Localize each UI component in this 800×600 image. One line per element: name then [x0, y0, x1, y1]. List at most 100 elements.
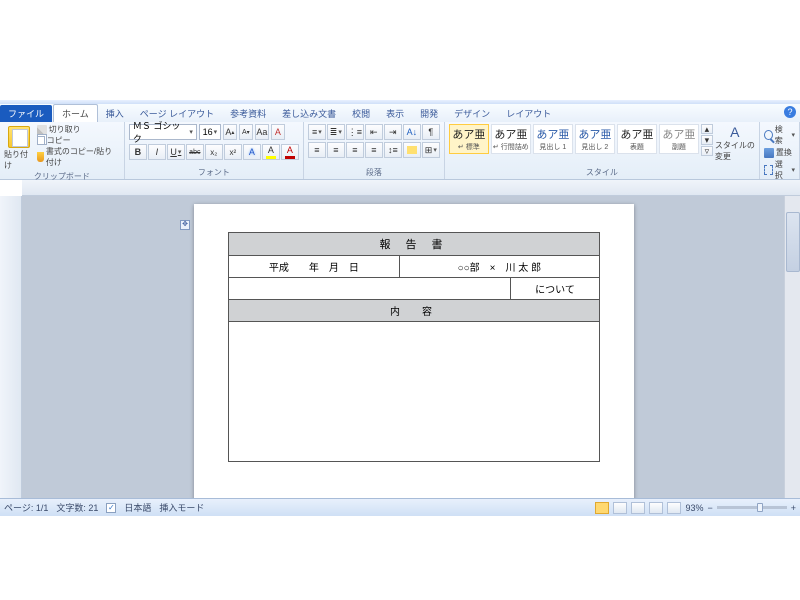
style-normal[interactable]: あア亜↵ 標準 — [449, 124, 489, 154]
help-icon[interactable]: ? — [784, 106, 796, 118]
status-language[interactable]: 日本語 — [124, 501, 151, 514]
report-subject-cell[interactable] — [229, 278, 511, 300]
vertical-ruler[interactable] — [0, 196, 22, 516]
zoom-slider[interactable] — [717, 506, 787, 509]
indent-dec-button[interactable]: ⇤ — [365, 124, 383, 140]
group-label: フォント — [129, 167, 299, 179]
style-heading2[interactable]: あア亜見出し 2 — [575, 124, 615, 154]
paste-button[interactable]: 貼り付け — [4, 124, 35, 171]
clear-format-button[interactable]: A — [271, 124, 285, 140]
cut-button[interactable]: 切り取り — [37, 124, 120, 135]
report-author-cell[interactable]: ○○部 × 川 太 郎 — [399, 256, 599, 278]
group-styles: あア亜↵ 標準 あア亜↵ 行間詰め あア亜見出し 1 あア亜見出し 2 あア亜表… — [445, 122, 760, 179]
tab-home[interactable]: ホーム — [53, 104, 98, 122]
group-font: ＭＳ ゴシック▾ 16▾ A▴ A▾ Aa A B I U▾ abc x₂ x²… — [125, 122, 304, 179]
ribbon: 貼り付け 切り取り コピー 書式のコピー/貼り付け クリップボード ＭＳ ゴシッ… — [0, 122, 800, 180]
group-editing: 検索▾ 置換 選択▾ 編集 — [760, 122, 800, 179]
font-color-button[interactable]: A — [281, 144, 299, 160]
document-canvas[interactable]: ✥ 報 告 書 平成 年 月 日 ○○部 × 川 太 郎 について 内 容 — [22, 196, 800, 516]
copy-button[interactable]: コピー — [37, 135, 120, 146]
borders-button[interactable]: ⊞▾ — [422, 142, 440, 158]
tab-developer[interactable]: 開発 — [412, 105, 446, 122]
shading-button[interactable] — [403, 142, 421, 158]
zoom-level[interactable]: 93% — [685, 503, 703, 513]
tab-review[interactable]: 校閲 — [344, 105, 378, 122]
report-title-cell[interactable]: 報 告 書 — [229, 233, 600, 256]
table-anchor-icon[interactable]: ✥ — [180, 220, 190, 230]
style-more[interactable]: ▿ — [701, 146, 713, 156]
report-content-header[interactable]: 内 容 — [229, 300, 600, 322]
format-painter-button[interactable]: 書式のコピー/貼り付け — [37, 146, 120, 168]
horizontal-ruler[interactable] — [22, 180, 800, 196]
shrink-font-button[interactable]: A▾ — [239, 124, 253, 140]
grow-font-button[interactable]: A▴ — [223, 124, 237, 140]
report-content-cell[interactable] — [229, 322, 600, 462]
change-case-button[interactable]: Aa — [255, 124, 269, 140]
font-size-select[interactable]: 16▾ — [199, 124, 221, 140]
report-about-cell[interactable]: について — [510, 278, 599, 300]
bullets-button[interactable]: ≡▾ — [308, 124, 326, 140]
style-scroll-up[interactable]: ▴ — [701, 124, 713, 134]
highlight-button[interactable]: A — [262, 144, 280, 160]
sort-button[interactable]: A↓ — [403, 124, 421, 140]
justify-button[interactable]: ≡ — [365, 142, 383, 158]
select-icon — [764, 165, 773, 175]
italic-button[interactable]: I — [148, 144, 166, 160]
tab-file[interactable]: ファイル — [0, 105, 52, 122]
replace-button[interactable]: 置換 — [764, 147, 795, 158]
view-print-layout[interactable] — [595, 502, 609, 514]
zoom-out-button[interactable]: − — [707, 503, 712, 513]
indent-inc-button[interactable]: ⇥ — [384, 124, 402, 140]
report-table[interactable]: 報 告 書 平成 年 月 日 ○○部 × 川 太 郎 について 内 容 — [228, 232, 600, 462]
style-title[interactable]: あア亜表題 — [617, 124, 657, 154]
status-words[interactable]: 文字数: 21 — [56, 501, 98, 514]
subscript-button[interactable]: x₂ — [205, 144, 223, 160]
underline-button[interactable]: U▾ — [167, 144, 185, 160]
status-page[interactable]: ページ: 1/1 — [4, 501, 48, 514]
report-date-cell[interactable]: 平成 年 月 日 — [229, 256, 400, 278]
style-scroll-down[interactable]: ▾ — [701, 135, 713, 145]
tab-view[interactable]: 表示 — [378, 105, 412, 122]
tab-design[interactable]: デザイン — [446, 105, 498, 122]
group-paragraph: ≡▾ ≣▾ ⋮≡ ⇤ ⇥ A↓ ¶ ≡ ≡ ≡ ≡ ↕≡ ⊞▾ 段落 — [304, 122, 445, 179]
align-right-button[interactable]: ≡ — [346, 142, 364, 158]
style-nospacing[interactable]: あア亜↵ 行間詰め — [491, 124, 531, 154]
status-proofing-icon[interactable]: ✓ — [106, 503, 116, 513]
find-icon — [764, 130, 773, 140]
show-marks-button[interactable]: ¶ — [422, 124, 440, 140]
change-styles-button[interactable]: A スタイルの変更 — [715, 124, 755, 162]
view-outline[interactable] — [649, 502, 663, 514]
find-button[interactable]: 検索▾ — [764, 124, 795, 146]
document-area: ✥ 報 告 書 平成 年 月 日 ○○部 × 川 太 郎 について 内 容 — [0, 196, 800, 516]
tab-references[interactable]: 参考資料 — [222, 105, 274, 122]
strike-button[interactable]: abc — [186, 144, 204, 160]
status-bar: ページ: 1/1 文字数: 21 ✓ 日本語 挿入モード 93% − + — [0, 498, 800, 516]
group-label: スタイル — [449, 167, 755, 179]
zoom-in-button[interactable]: + — [791, 503, 796, 513]
replace-icon — [764, 148, 774, 158]
bold-button[interactable]: B — [129, 144, 147, 160]
view-web[interactable] — [631, 502, 645, 514]
style-heading1[interactable]: あア亜見出し 1 — [533, 124, 573, 154]
document-page[interactable]: 報 告 書 平成 年 月 日 ○○部 × 川 太 郎 について 内 容 — [194, 204, 634, 516]
select-button[interactable]: 選択▾ — [764, 159, 795, 181]
scrollbar-thumb[interactable] — [786, 212, 800, 272]
line-spacing-button[interactable]: ↕≡ — [384, 142, 402, 158]
tab-insert[interactable]: 挿入 — [98, 105, 132, 122]
align-center-button[interactable]: ≡ — [327, 142, 345, 158]
view-draft[interactable] — [667, 502, 681, 514]
multilevel-button[interactable]: ⋮≡ — [346, 124, 364, 140]
align-left-button[interactable]: ≡ — [308, 142, 326, 158]
tab-mailings[interactable]: 差し込み文書 — [274, 105, 344, 122]
font-name-select[interactable]: ＭＳ ゴシック▾ — [129, 124, 197, 140]
superscript-button[interactable]: x² — [224, 144, 242, 160]
tab-layout[interactable]: レイアウト — [498, 105, 559, 122]
numbering-button[interactable]: ≣▾ — [327, 124, 345, 140]
status-insertmode[interactable]: 挿入モード — [159, 501, 204, 514]
text-effects-button[interactable]: A — [243, 144, 261, 160]
vertical-scrollbar[interactable] — [784, 196, 800, 516]
cut-icon — [37, 125, 47, 135]
zoom-slider-thumb[interactable] — [757, 503, 763, 512]
style-subtitle[interactable]: あア亜副題 — [659, 124, 699, 154]
view-fullscreen[interactable] — [613, 502, 627, 514]
